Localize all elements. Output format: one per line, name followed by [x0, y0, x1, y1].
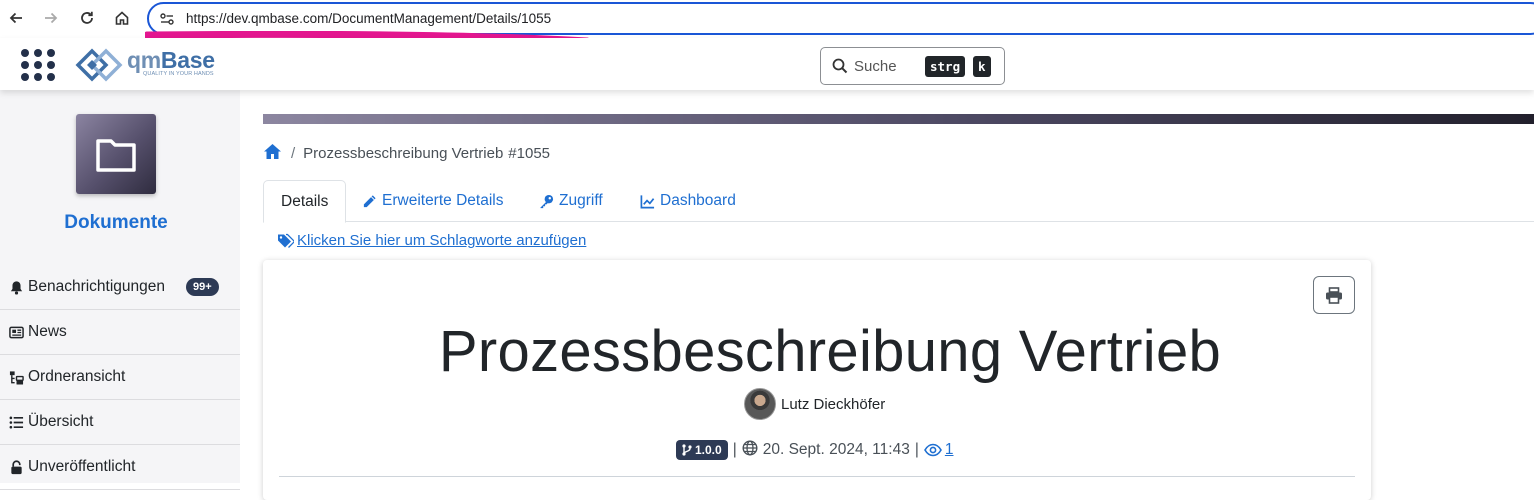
sidebar-item-unpublished[interactable]: Unveröffentlicht	[0, 445, 240, 490]
document-card: Prozessbeschreibung Vertrieb Lutz Dieckh…	[263, 260, 1371, 500]
lock-open-icon	[8, 459, 24, 475]
meta-separator: |	[732, 441, 737, 458]
sidebar-item-label: News	[28, 323, 67, 340]
search-icon	[832, 58, 848, 74]
browser-toolbar: https://dev.qmbase.com/DocumentManagemen…	[0, 0, 1534, 45]
version-number: 1.0.0	[695, 443, 722, 457]
forward-arrow-icon[interactable]	[38, 5, 64, 31]
tab-label: Erweiterte Details	[382, 192, 504, 209]
logo-mark-icon	[75, 48, 123, 82]
printer-icon	[1326, 286, 1342, 304]
search-placeholder: Suche	[854, 58, 897, 75]
branch-icon	[682, 444, 692, 456]
print-button[interactable]	[1313, 276, 1355, 314]
pencil-icon	[363, 194, 376, 207]
newspaper-icon	[8, 324, 24, 340]
app-header: qmBase QUALITY IN YOUR HANDS Suche strg …	[0, 38, 1534, 90]
sidebar-item-label: Ordneransicht	[28, 368, 126, 385]
folder-icon	[76, 114, 156, 194]
sidebar-title: Dokumente	[64, 212, 168, 233]
document-meta: 1.0.0 | 20. Sept. 2024, 11:43 | 1	[676, 439, 953, 461]
tab-extended-details[interactable]: Erweiterte Details	[362, 180, 503, 222]
breadcrumb-id: #1055	[508, 144, 551, 162]
globe-icon	[742, 439, 763, 461]
sidebar-item-notifications[interactable]: Benachrichtigungen 99+	[0, 265, 240, 310]
page-header-gradient-bar	[263, 114, 1534, 124]
sidebar-item-label: Unveröffentlicht	[28, 458, 136, 475]
sidebar-item-label: Übersicht	[28, 413, 94, 430]
sidebar-item-folder-view[interactable]: Ordneransicht	[0, 355, 240, 400]
sidebar-item-overview[interactable]: Übersicht	[0, 400, 240, 445]
site-settings-icon[interactable]	[159, 11, 175, 27]
version-badge: 1.0.0	[676, 440, 728, 460]
tab-dashboard[interactable]: Dashboard	[640, 180, 736, 222]
tab-bar: Details Erweiterte Details Zugriff Dashb…	[263, 180, 1534, 223]
address-bar[interactable]: https://dev.qmbase.com/DocumentManagemen…	[147, 2, 1534, 35]
breadcrumb: / Prozessbeschreibung Vertrieb #1055	[263, 143, 550, 163]
tab-label: Dashboard	[660, 192, 736, 209]
divider	[279, 476, 1355, 477]
sidebar-item-news[interactable]: News	[0, 310, 240, 355]
tab-label: Zugriff	[559, 192, 603, 209]
shortcut-key-k: k	[973, 56, 991, 77]
app-launcher-grid-icon[interactable]	[20, 48, 56, 82]
qmbase-logo[interactable]: qmBase QUALITY IN YOUR HANDS	[75, 47, 225, 82]
document-title: Prozessbeschreibung Vertrieb	[438, 319, 1222, 384]
views-link[interactable]: 1	[923, 441, 954, 459]
search-button[interactable]: Suche strg k	[820, 47, 1005, 85]
key-icon	[540, 194, 554, 208]
list-icon	[8, 414, 24, 430]
chart-line-icon	[640, 194, 655, 208]
tab-access[interactable]: Zugriff	[539, 180, 603, 222]
breadcrumb-current: Prozessbeschreibung Vertrieb	[303, 144, 504, 162]
sidebar: Dokumente Benachrichtigungen 99+ News Or…	[0, 90, 240, 490]
meta-separator: |	[914, 441, 919, 458]
folder-tree-icon	[8, 369, 24, 385]
reload-icon[interactable]	[74, 5, 100, 31]
bell-icon	[8, 279, 24, 295]
notification-count-badge: 99+	[186, 278, 219, 296]
tags-icon	[278, 233, 294, 248]
publish-date: 20. Sept. 2024, 11:43	[762, 441, 910, 458]
avatar	[744, 388, 776, 420]
add-tags-label: Klicken Sie hier um Schlagworte anzufüge…	[297, 232, 587, 249]
breadcrumb-separator: /	[291, 144, 296, 162]
home-icon[interactable]	[109, 5, 135, 31]
tab-label: Details	[281, 192, 329, 210]
breadcrumb-home-icon[interactable]	[263, 143, 282, 164]
author-name: Lutz Dieckhöfer	[781, 395, 886, 413]
tab-details[interactable]: Details	[263, 180, 347, 223]
sidebar-item-label: Benachrichtigungen	[28, 278, 166, 295]
logo-tagline: QUALITY IN YOUR HANDS	[143, 71, 214, 77]
eye-icon	[923, 443, 942, 457]
back-arrow-icon[interactable]	[3, 5, 29, 31]
logo-wordmark: qmBase	[127, 47, 215, 73]
shortcut-key-strg: strg	[925, 56, 966, 77]
url-text[interactable]: https://dev.qmbase.com/DocumentManagemen…	[186, 11, 551, 26]
views-count: 1	[944, 441, 954, 458]
add-tags-link[interactable]: Klicken Sie hier um Schlagworte anzufüge…	[277, 232, 586, 249]
document-author[interactable]: Lutz Dieckhöfer	[744, 388, 885, 420]
